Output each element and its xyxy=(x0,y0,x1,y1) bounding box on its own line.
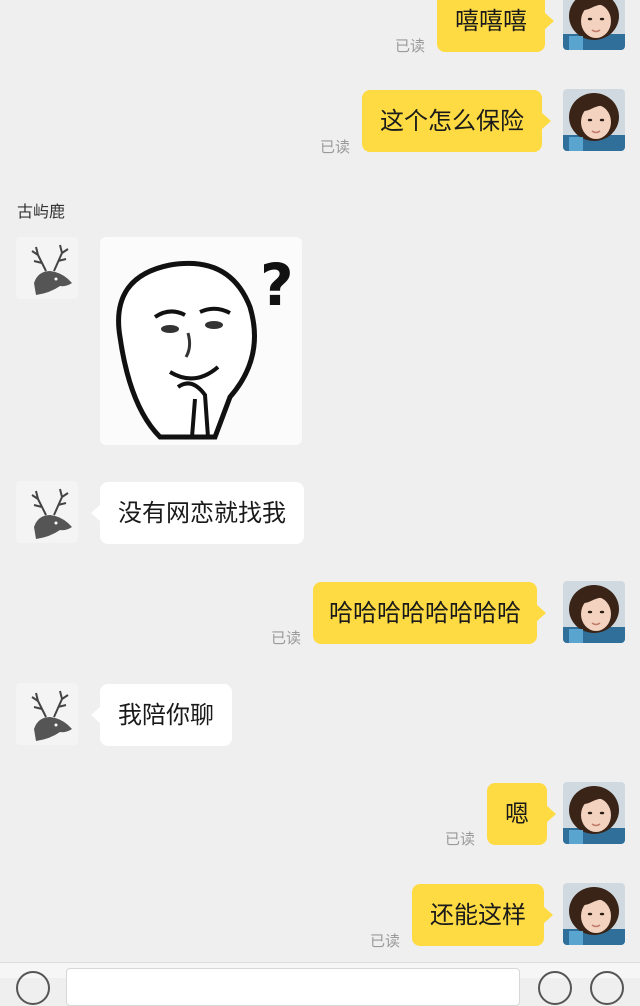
user-avatar-image xyxy=(563,89,625,151)
message-text: 没有网恋就找我 xyxy=(118,499,286,527)
contact-avatar-image xyxy=(16,237,78,299)
message-input[interactable] xyxy=(66,968,520,1006)
voice-icon[interactable] xyxy=(16,971,50,1005)
message-bubble-me[interactable]: 哈哈哈哈哈哈哈哈 xyxy=(313,582,546,644)
read-receipt: 已读 xyxy=(445,830,476,848)
user-avatar-image xyxy=(563,782,625,844)
message-bubble-them[interactable]: 我陪你聊 xyxy=(91,684,232,746)
message-text: 哈哈哈哈哈哈哈哈 xyxy=(329,599,521,627)
plus-icon[interactable] xyxy=(590,971,624,1005)
user-avatar[interactable] xyxy=(563,0,625,50)
contact-avatar-image xyxy=(16,683,78,745)
sticker-message[interactable]: ? xyxy=(100,237,302,445)
contact-avatar-image xyxy=(16,481,78,543)
message-text: 嗯 xyxy=(505,800,529,828)
user-avatar[interactable] xyxy=(563,89,625,151)
user-avatar[interactable] xyxy=(563,782,625,844)
read-receipt: 已读 xyxy=(370,932,401,950)
message-text: 还能这样 xyxy=(430,901,526,929)
message-text: 我陪你聊 xyxy=(118,701,214,729)
message-bubble-me[interactable]: 还能这样 xyxy=(412,884,553,946)
message-bubble-me[interactable]: 嗯 xyxy=(487,783,556,845)
read-receipt: 已读 xyxy=(271,629,302,647)
message-text: 这个怎么保险 xyxy=(380,107,524,135)
user-avatar-image xyxy=(563,581,625,643)
input-bar xyxy=(0,962,640,1006)
read-receipt: 已读 xyxy=(395,37,426,55)
contact-avatar[interactable] xyxy=(16,481,78,543)
user-avatar[interactable] xyxy=(563,883,625,945)
contact-avatar[interactable] xyxy=(16,683,78,745)
message-bubble-me[interactable]: 这个怎么保险 xyxy=(362,90,551,152)
message-bubble-me[interactable]: 嘻嘻嘻 xyxy=(437,0,554,52)
emoji-icon[interactable] xyxy=(538,971,572,1005)
message-text: 嘻嘻嘻 xyxy=(455,7,527,35)
message-bubble-them[interactable]: 没有网恋就找我 xyxy=(91,482,304,544)
user-avatar[interactable] xyxy=(563,581,625,643)
contact-avatar[interactable] xyxy=(16,237,78,299)
sender-name: 古屿鹿 xyxy=(17,202,66,221)
thinking-face-sticker: ? xyxy=(116,251,294,440)
user-avatar-image xyxy=(563,0,625,50)
read-receipt: 已读 xyxy=(320,138,351,156)
user-avatar-image xyxy=(563,883,625,945)
question-mark: ? xyxy=(260,251,294,319)
